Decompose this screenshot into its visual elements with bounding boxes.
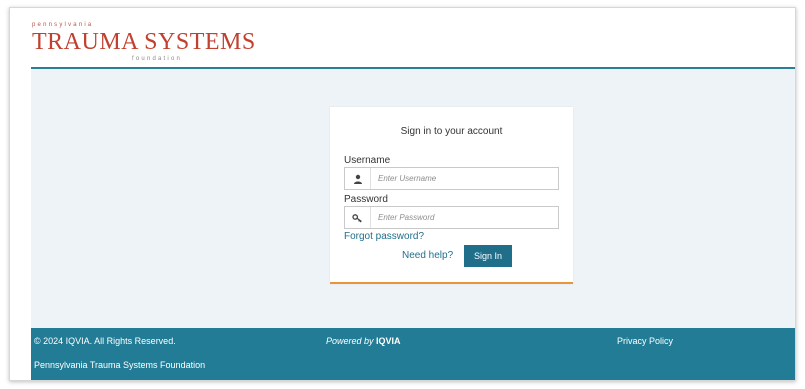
user-icon xyxy=(345,168,371,189)
logo-sub-text: foundation xyxy=(132,56,183,62)
browser-window: pennsylvania TRAUMA SYSTEMS foundation S… xyxy=(9,7,796,381)
password-label: Password xyxy=(344,194,388,205)
password-input-group xyxy=(344,206,559,229)
password-input[interactable] xyxy=(371,207,558,228)
organization-name: Pennsylvania Trauma Systems Foundation xyxy=(34,360,206,370)
privacy-policy-link[interactable]: Privacy Policy xyxy=(617,336,673,346)
login-card: Sign in to your account Username Passwor… xyxy=(330,107,573,284)
copyright-text: © 2024 IQVIA. All Rights Reserved. xyxy=(34,336,176,346)
username-input-group xyxy=(344,167,559,190)
powered-by-prefix: Powered by xyxy=(326,336,374,346)
sign-in-button[interactable]: Sign In xyxy=(464,245,512,267)
need-help-link[interactable]: Need help? xyxy=(402,250,453,261)
site-footer: © 2024 IQVIA. All Rights Reserved. Power… xyxy=(31,328,795,380)
powered-by-brand: IQVIA xyxy=(376,336,401,346)
site-logo[interactable]: pennsylvania TRAUMA SYSTEMS foundation xyxy=(32,22,255,64)
site-header: pennsylvania TRAUMA SYSTEMS foundation xyxy=(10,8,795,68)
login-title: Sign in to your account xyxy=(400,126,503,137)
logo-top-text: pennsylvania xyxy=(32,22,94,28)
main-content: Sign in to your account Username Passwor… xyxy=(31,69,795,328)
username-label: Username xyxy=(344,155,391,166)
forgot-password-link[interactable]: Forgot password? xyxy=(344,231,424,242)
powered-by-text: Powered by IQVIA xyxy=(326,336,401,346)
logo-main-text: TRAUMA SYSTEMS xyxy=(32,29,256,55)
username-input[interactable] xyxy=(371,168,558,189)
key-icon xyxy=(345,207,371,228)
